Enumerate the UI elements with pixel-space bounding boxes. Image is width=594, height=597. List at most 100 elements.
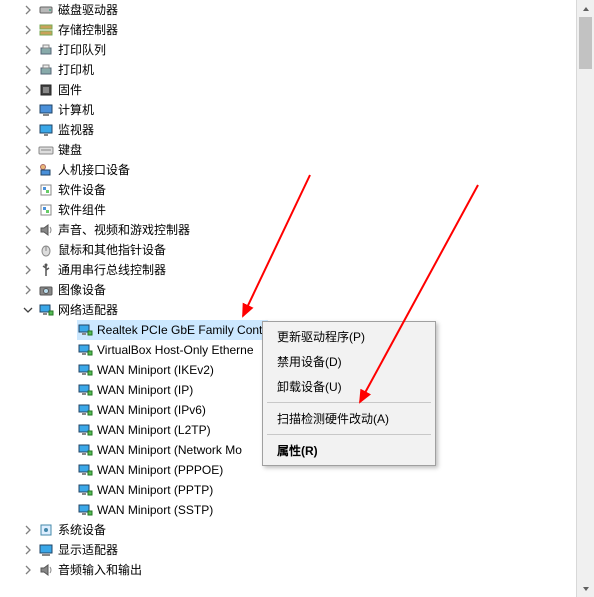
category-label: 人机接口设备: [58, 160, 130, 180]
category-label: 计算机: [58, 100, 94, 120]
category-label: 软件组件: [58, 200, 106, 220]
category-row[interactable]: 图像设备: [0, 280, 577, 300]
menu-item[interactable]: 卸载设备(U): [265, 374, 433, 399]
category-row[interactable]: 键盘: [0, 140, 577, 160]
software-icon: [38, 182, 54, 198]
chevron-right-icon[interactable]: [22, 24, 34, 36]
category-row[interactable]: 磁盘驱动器: [0, 0, 577, 20]
network-adapter-icon: [77, 462, 93, 478]
chevron-right-icon[interactable]: [22, 124, 34, 136]
category-label: 系统设备: [58, 520, 106, 540]
storage-icon: [38, 22, 54, 38]
category-label: 软件设备: [58, 180, 106, 200]
device-label: WAN Miniport (Network Mo: [97, 440, 242, 460]
system-icon: [38, 522, 54, 538]
network-adapter-icon: [77, 482, 93, 498]
chevron-right-icon[interactable]: [22, 204, 34, 216]
category-row[interactable]: 系统设备: [0, 520, 577, 540]
category-label: 磁盘驱动器: [58, 0, 118, 20]
category-label: 鼠标和其他指针设备: [58, 240, 166, 260]
chevron-right-icon[interactable]: [22, 524, 34, 536]
selected-device[interactable]: Realtek PCIe GbE Family Cont: [77, 320, 268, 340]
category-label: 固件: [58, 80, 82, 100]
chevron-right-icon[interactable]: [22, 264, 34, 276]
category-label: 声音、视频和游戏控制器: [58, 220, 190, 240]
category-row[interactable]: 显示适配器: [0, 540, 577, 560]
menu-item[interactable]: 更新驱动程序(P): [265, 324, 433, 349]
category-row[interactable]: 软件设备: [0, 180, 577, 200]
device-label: WAN Miniport (L2TP): [97, 420, 211, 440]
chevron-right-icon[interactable]: [22, 104, 34, 116]
hid-icon: [38, 162, 54, 178]
display-icon: [38, 542, 54, 558]
chevron-right-icon[interactable]: [22, 164, 34, 176]
category-label: 打印机: [58, 60, 94, 80]
print-queue-icon: [38, 42, 54, 58]
chevron-right-icon[interactable]: [22, 4, 34, 16]
category-row[interactable]: 打印机: [0, 60, 577, 80]
device-label: WAN Miniport (PPTP): [97, 480, 213, 500]
chevron-right-icon[interactable]: [22, 64, 34, 76]
usb-icon: [38, 262, 54, 278]
category-row[interactable]: 打印队列: [0, 40, 577, 60]
category-label: 网络适配器: [58, 300, 118, 320]
category-row[interactable]: 计算机: [0, 100, 577, 120]
device-label: Realtek PCIe GbE Family Cont: [97, 320, 262, 340]
device-manager-tree-viewport: 磁盘驱动器存储控制器打印队列打印机固件计算机监视器键盘人机接口设备软件设备软件组…: [0, 0, 577, 597]
mouse-icon: [38, 242, 54, 258]
category-row[interactable]: 通用串行总线控制器: [0, 260, 577, 280]
device-label: WAN Miniport (IKEv2): [97, 360, 214, 380]
software-comp-icon: [38, 202, 54, 218]
chevron-right-icon[interactable]: [22, 144, 34, 156]
context-menu: 更新驱动程序(P)禁用设备(D)卸载设备(U) 扫描检测硬件改动(A) 属性(R): [262, 321, 436, 466]
category-row[interactable]: 声音、视频和游戏控制器: [0, 220, 577, 240]
device-label: VirtualBox Host-Only Etherne: [97, 340, 254, 360]
disk-drive-icon: [38, 2, 54, 18]
chevron-right-icon[interactable]: [22, 44, 34, 56]
category-row[interactable]: 鼠标和其他指针设备: [0, 240, 577, 260]
imaging-icon: [38, 282, 54, 298]
category-label: 音频输入和输出: [58, 560, 142, 580]
vertical-scrollbar[interactable]: [576, 0, 594, 597]
menu-item[interactable]: 属性(R): [265, 438, 433, 463]
audio-icon: [38, 222, 54, 238]
device-tree[interactable]: 磁盘驱动器存储控制器打印队列打印机固件计算机监视器键盘人机接口设备软件设备软件组…: [0, 0, 577, 580]
computer-icon: [38, 102, 54, 118]
category-label: 打印队列: [58, 40, 106, 60]
scrollbar-up-button[interactable]: [577, 0, 594, 17]
network-adapter-icon: [77, 382, 93, 398]
audio-io-icon: [38, 562, 54, 578]
category-label: 图像设备: [58, 280, 106, 300]
scrollbar-thumb[interactable]: [579, 17, 592, 69]
chevron-right-icon[interactable]: [22, 84, 34, 96]
chevron-right-icon[interactable]: [22, 244, 34, 256]
menu-separator: [267, 434, 431, 435]
chevron-right-icon[interactable]: [22, 284, 34, 296]
printer-icon: [38, 62, 54, 78]
category-label: 键盘: [58, 140, 82, 160]
device-row[interactable]: WAN Miniport (SSTP): [0, 500, 577, 520]
category-row[interactable]: 监视器: [0, 120, 577, 140]
category-row[interactable]: 人机接口设备: [0, 160, 577, 180]
chevron-right-icon[interactable]: [22, 224, 34, 236]
category-label: 存储控制器: [58, 20, 118, 40]
chevron-right-icon[interactable]: [22, 544, 34, 556]
firmware-icon: [38, 82, 54, 98]
device-row[interactable]: WAN Miniport (PPTP): [0, 480, 577, 500]
network-adapter-icon: [77, 502, 93, 518]
category-row[interactable]: 软件组件: [0, 200, 577, 220]
category-row[interactable]: 网络适配器: [0, 300, 577, 320]
device-label: WAN Miniport (IPv6): [97, 400, 206, 420]
category-row[interactable]: 存储控制器: [0, 20, 577, 40]
menu-item[interactable]: 扫描检测硬件改动(A): [265, 406, 433, 431]
category-label: 监视器: [58, 120, 94, 140]
chevron-down-icon[interactable]: [22, 304, 34, 316]
category-row[interactable]: 固件: [0, 80, 577, 100]
device-label: WAN Miniport (IP): [97, 380, 193, 400]
chevron-right-icon[interactable]: [22, 184, 34, 196]
network-icon: [38, 302, 54, 318]
menu-item[interactable]: 禁用设备(D): [265, 349, 433, 374]
chevron-right-icon[interactable]: [22, 564, 34, 576]
scrollbar-down-button[interactable]: [577, 580, 594, 597]
category-row[interactable]: 音频输入和输出: [0, 560, 577, 580]
